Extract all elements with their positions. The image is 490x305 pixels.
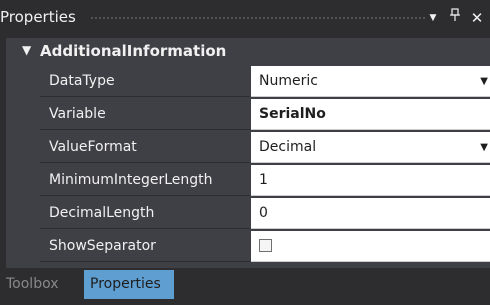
panel-title: Properties	[0, 8, 76, 26]
dropdown-arrow-icon[interactable]: ▼	[480, 66, 488, 97]
valueformat-select[interactable]: Decimal ▼	[251, 132, 490, 163]
property-value: 0	[259, 205, 268, 221]
tab-toolbox[interactable]: Toolbox	[0, 270, 65, 299]
property-row-valueformat[interactable]: ValueFormat Decimal ▼	[40, 132, 490, 164]
window-position-dropdown-icon[interactable]: ▼	[424, 8, 442, 28]
category-additional-information[interactable]: ▼ AdditionalInformation	[6, 38, 490, 66]
property-name: ShowSeparator	[40, 231, 250, 262]
dropdown-arrow-icon[interactable]: ▼	[480, 132, 488, 163]
decimallength-field[interactable]: 0	[251, 198, 490, 229]
pin-icon-svg	[450, 8, 460, 21]
variable-field[interactable]: SerialNo	[251, 99, 490, 130]
property-row-minimumintegerlength[interactable]: MinimumIntegerLength 1	[40, 165, 490, 197]
showseparator-checkbox[interactable]	[259, 239, 272, 252]
property-name: ValueFormat	[40, 132, 250, 163]
property-row-decimallength[interactable]: DecimalLength 0	[40, 198, 490, 230]
tab-strip: Toolbox Properties	[0, 270, 490, 305]
property-name: MinimumIntegerLength	[40, 165, 250, 196]
property-row-variable[interactable]: Variable SerialNo	[40, 99, 490, 131]
property-value: Numeric	[259, 73, 318, 89]
panel-title-bar: Properties ▼ ✕	[0, 0, 490, 36]
property-row-showseparator[interactable]: ShowSeparator	[40, 231, 490, 263]
category-label: AdditionalInformation	[40, 42, 227, 60]
minimumintegerlength-field[interactable]: 1	[251, 165, 490, 196]
property-name: DataType	[40, 66, 250, 97]
property-grid: DataType Numeric ▼ Variable SerialNo Val…	[6, 66, 490, 268]
property-value: Decimal	[259, 139, 317, 155]
showseparator-value	[251, 231, 490, 262]
property-name: Variable	[40, 99, 250, 130]
property-name: DecimalLength	[40, 198, 250, 229]
property-value: 1	[259, 172, 268, 188]
pin-icon[interactable]	[446, 8, 464, 28]
datatype-select[interactable]: Numeric ▼	[251, 66, 490, 97]
tab-properties[interactable]: Properties	[84, 270, 174, 299]
close-icon[interactable]: ✕	[468, 8, 486, 28]
collapse-arrow-icon[interactable]: ▼	[22, 43, 31, 57]
property-value: SerialNo	[259, 106, 326, 122]
title-grip[interactable]	[90, 16, 425, 21]
property-row-datatype[interactable]: DataType Numeric ▼	[40, 66, 490, 98]
